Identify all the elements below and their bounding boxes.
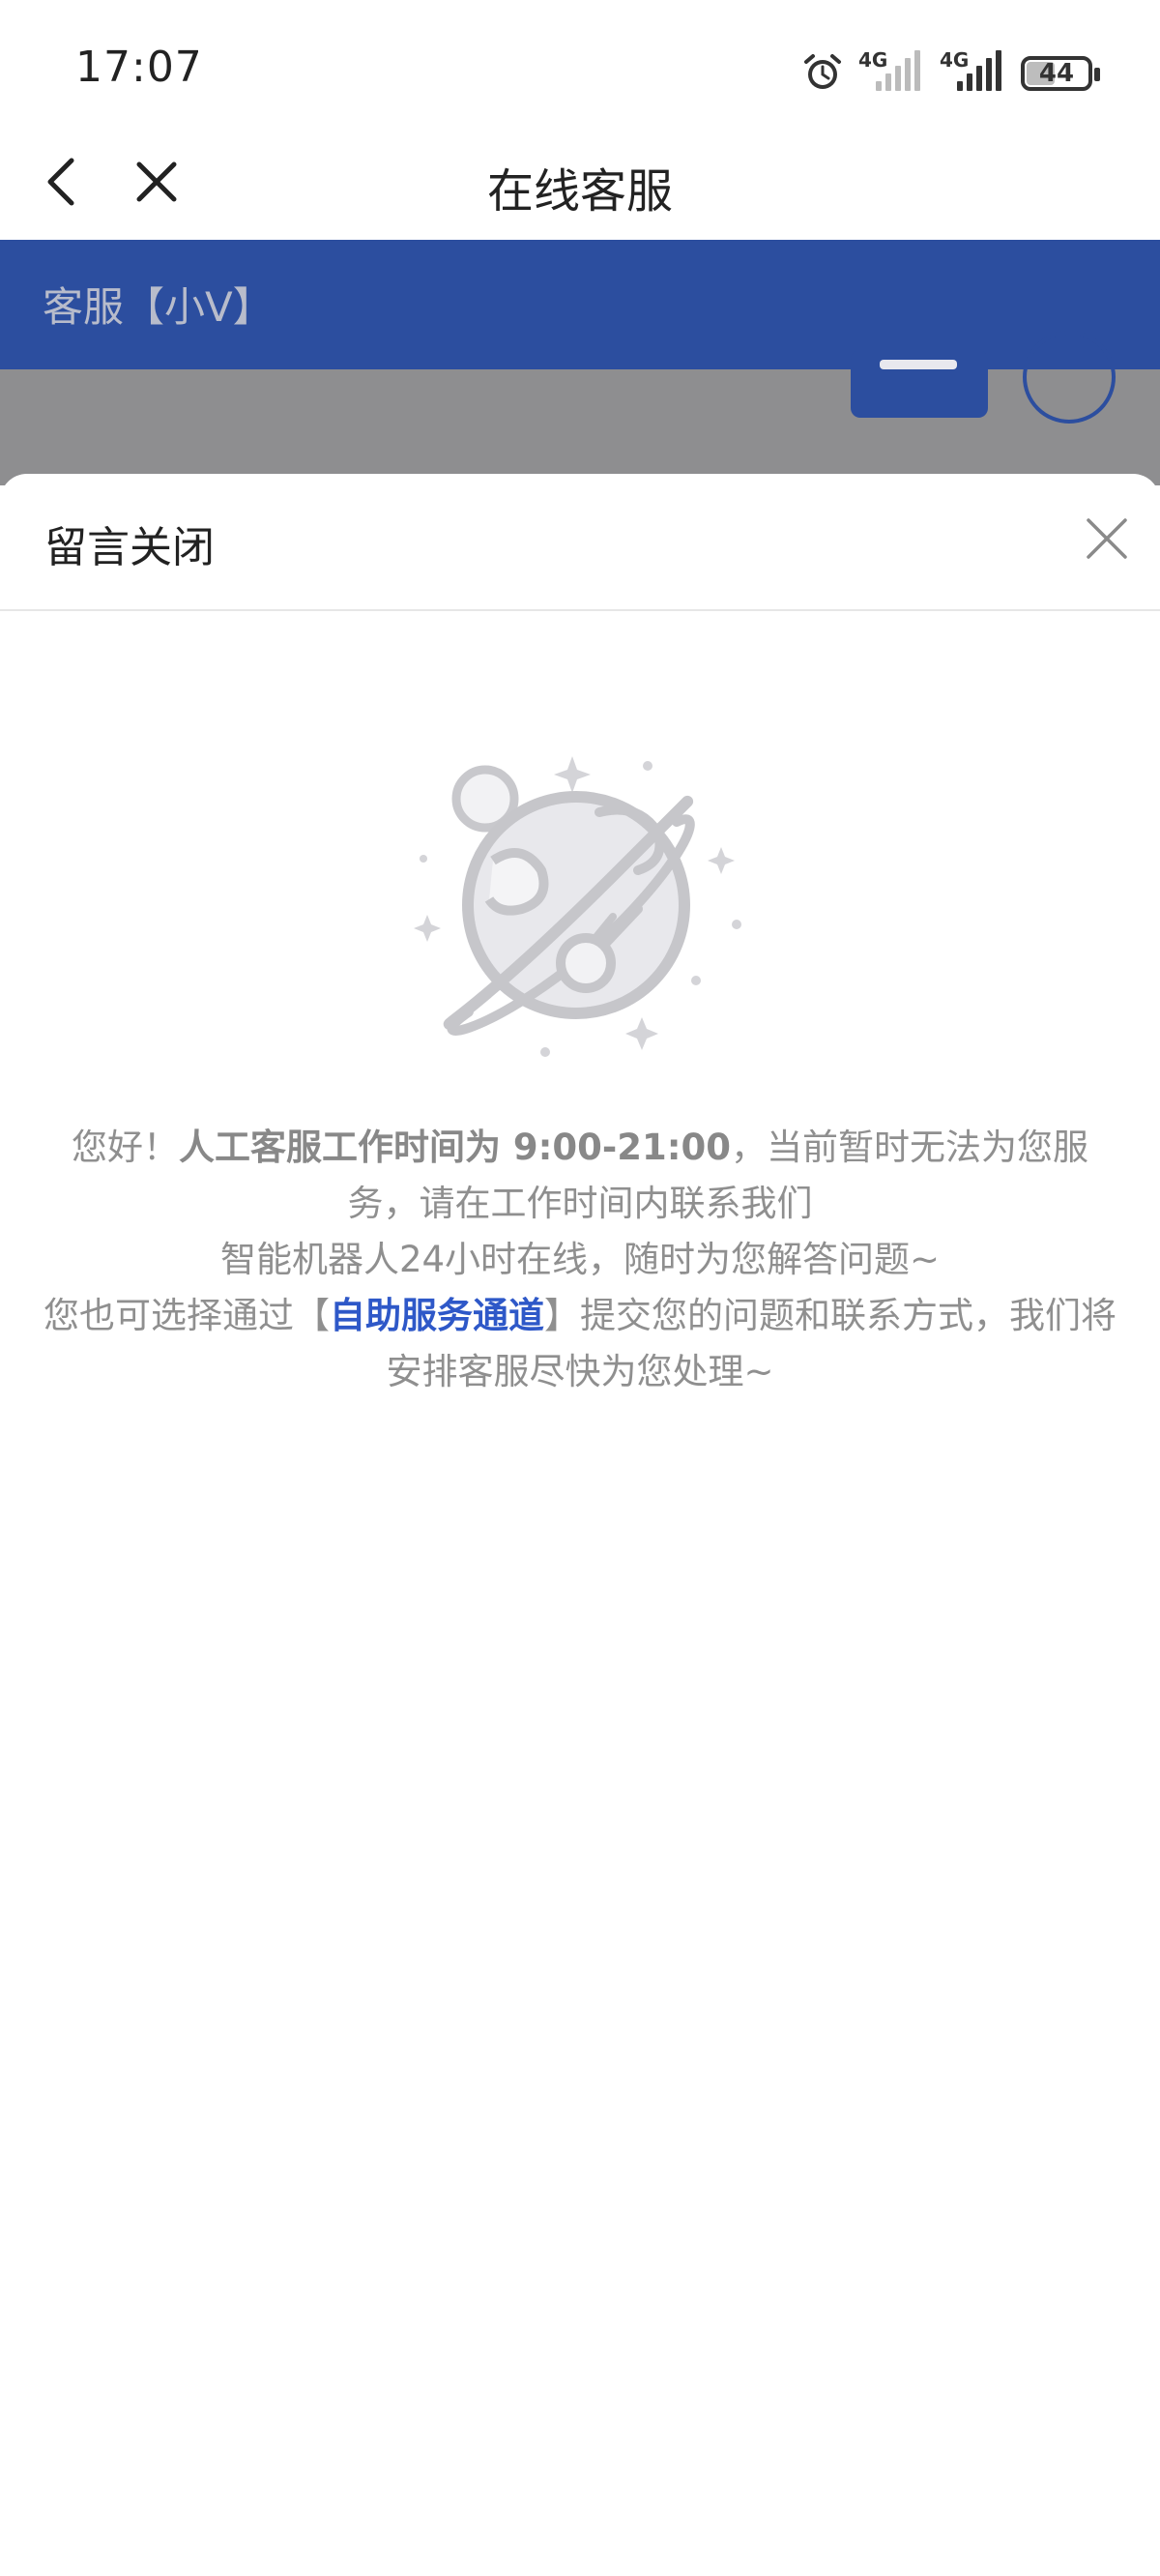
closed-notice-message: 您好！人工客服工作时间为 9:00-21:00，当前暂时无法为您服务，请在工作时… xyxy=(39,1120,1121,1400)
message-closed-sheet: 留言关闭 您好！人工客服工作时间为 9:00-21:00，当前暂时无法为您服务，… xyxy=(0,474,1160,2576)
page-title: 在线客服 xyxy=(486,164,673,219)
self-service-link[interactable]: 自助服务通道 xyxy=(330,1295,544,1336)
close-icon[interactable] xyxy=(1081,512,1133,565)
battery-level: 44 xyxy=(1038,59,1075,88)
notice-line-2: 智能机器人24小时在线，随时为您解答问题~ xyxy=(219,1239,941,1280)
status-icons: 4G 4G 44 xyxy=(800,46,1100,95)
planet-icon xyxy=(414,756,741,1057)
chat-header-title: 客服【小V】 xyxy=(43,283,274,331)
obscured-circle-button xyxy=(1023,331,1116,424)
service-hours-text: 人工客服工作时间为 9:00-21:00 xyxy=(178,1127,732,1168)
obscured-button xyxy=(851,350,988,418)
signal-icon: 4G xyxy=(858,48,926,95)
status-time: 17:07 xyxy=(75,43,203,92)
battery-icon: 44 xyxy=(1021,56,1100,91)
alarm-icon xyxy=(804,54,841,89)
nav-bar: 在线客服 xyxy=(0,126,1160,240)
status-bar: 17:07 4G 4G 44 xyxy=(0,0,1160,126)
notice-line-3-prefix: 您也可选择通过【 xyxy=(44,1295,330,1336)
greeting-text: 您好！ xyxy=(71,1127,179,1168)
sheet-header: 留言关闭 xyxy=(0,474,1160,611)
chat-header: 客服【小V】 xyxy=(0,240,1160,369)
signal-icon: 4G xyxy=(940,48,1007,95)
sheet-title: 留言关闭 xyxy=(44,523,215,572)
screen: 17:07 4G 4G 44 在线客服 客服【小V】 留言关闭 您好！人工客服工… xyxy=(0,0,1160,2576)
modal-backdrop[interactable] xyxy=(0,331,1160,485)
